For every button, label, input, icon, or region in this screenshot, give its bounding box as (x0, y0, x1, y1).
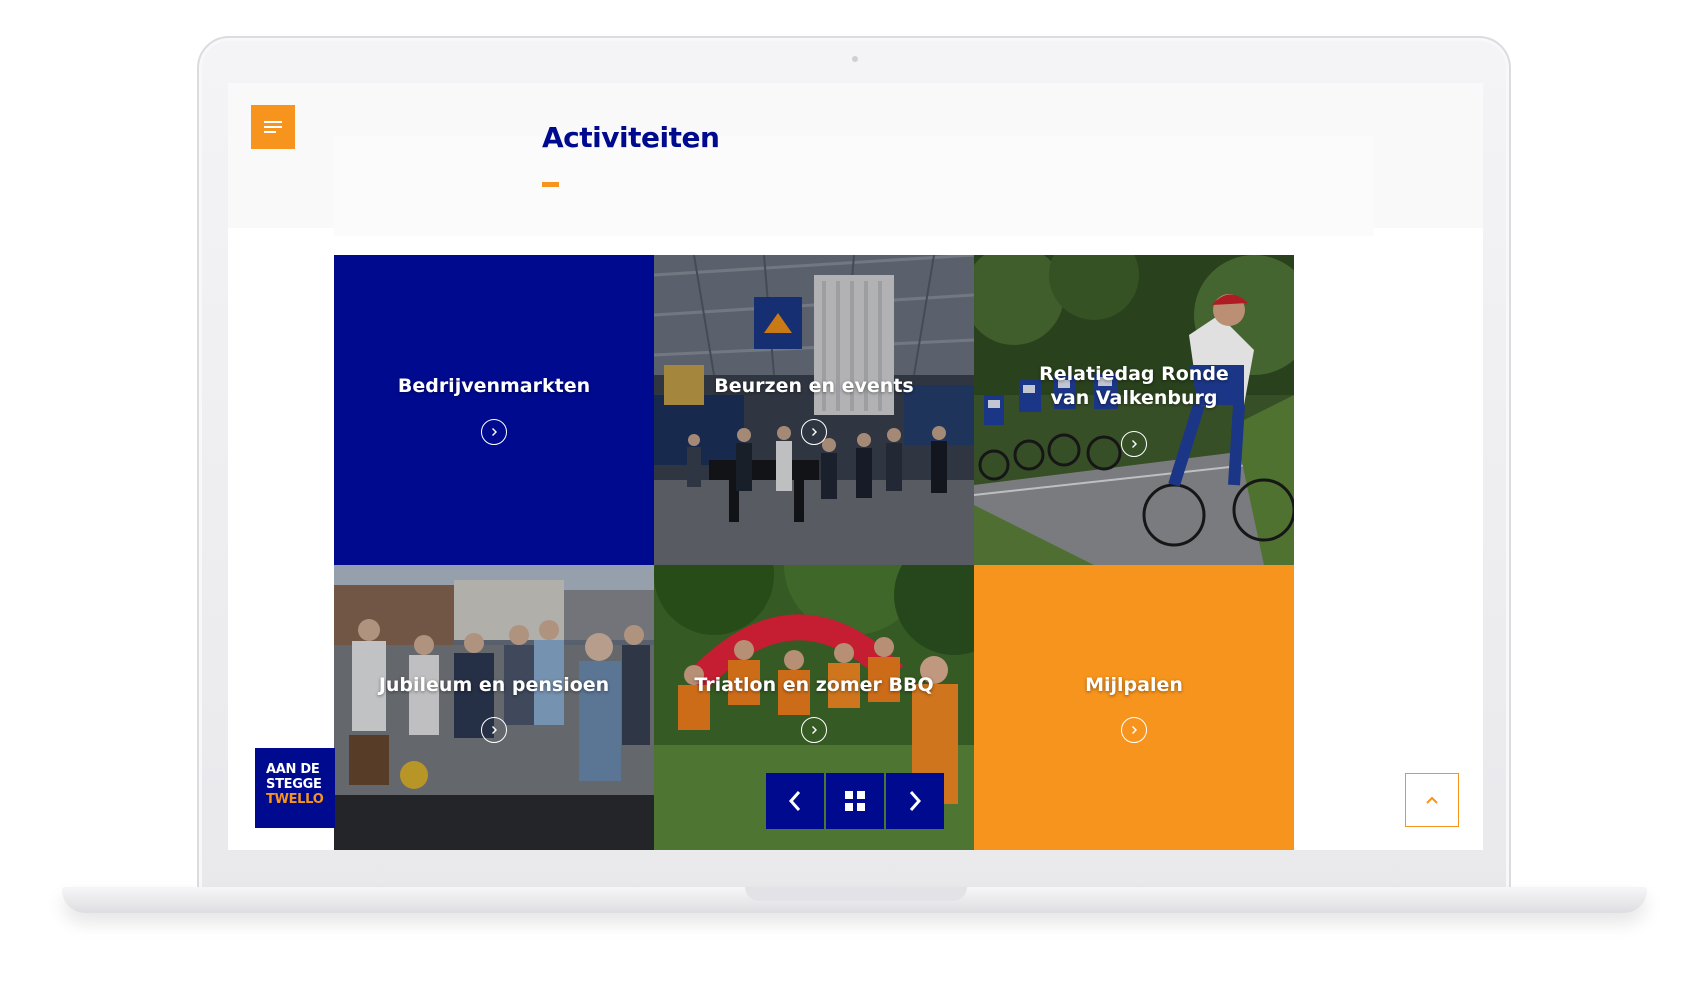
chevron-left-icon (788, 791, 801, 811)
tile-label: Relatiedag Ronde van Valkenburg (1039, 363, 1229, 409)
laptop-base-notch (745, 887, 967, 901)
chevron-right-circle-icon[interactable] (481, 418, 507, 445)
scroll-to-top-button[interactable] (1405, 773, 1459, 827)
logo-line-1: AAN DE (266, 762, 320, 777)
page-title: Activiteiten (542, 121, 720, 154)
tile-label: Beurzen en events (714, 375, 914, 398)
website-screen: Activiteiten Bedrijvenmarkten Beurzen en… (228, 83, 1483, 850)
chevron-right-circle-icon[interactable] (1121, 717, 1147, 744)
logo-line-2: STEGGE (266, 777, 322, 792)
exhibition-hall-photo (654, 255, 974, 565)
chevron-right-circle-icon[interactable] (1121, 430, 1147, 457)
activities-grid: Bedrijvenmarkten Beurzen en events Relat… (334, 255, 1375, 850)
title-accent-bar (542, 182, 559, 187)
chevron-up-icon (1426, 796, 1438, 804)
outdoor-gathering-photo (334, 565, 654, 850)
slider-navigation (766, 773, 946, 829)
tile-label: Bedrijvenmarkten (397, 375, 591, 398)
grid-view-button[interactable] (826, 773, 884, 829)
menu-button[interactable] (251, 105, 295, 149)
chevron-right-icon (909, 791, 922, 811)
grid-icon (845, 791, 865, 811)
tile-label: Mijlpalen (1085, 673, 1183, 696)
tile-jubileum-en-pensioen[interactable]: Jubileum en pensioen (334, 565, 654, 850)
header-panel (334, 136, 1374, 236)
tile-beurzen-en-events[interactable]: Beurzen en events (654, 255, 974, 565)
tile-label: Jubileum en pensioen (378, 673, 610, 696)
laptop-camera (852, 56, 858, 62)
chevron-right-circle-icon[interactable] (801, 418, 827, 445)
next-button[interactable] (886, 773, 944, 829)
tile-relatiedag-ronde-van-valkenburg[interactable]: Relatiedag Ronde van Valkenburg (974, 255, 1294, 565)
brand-logo[interactable]: AAN DE STEGGE TWELLO (255, 748, 335, 828)
tile-mijlpalen[interactable]: Mijlpalen (974, 565, 1294, 850)
previous-button[interactable] (766, 773, 824, 829)
logo-line-3: TWELLO (266, 792, 324, 807)
tile-bedrijvenmarkten[interactable]: Bedrijvenmarkten (334, 255, 654, 565)
tile-label: Triatlon en zomer BBQ (694, 673, 934, 696)
